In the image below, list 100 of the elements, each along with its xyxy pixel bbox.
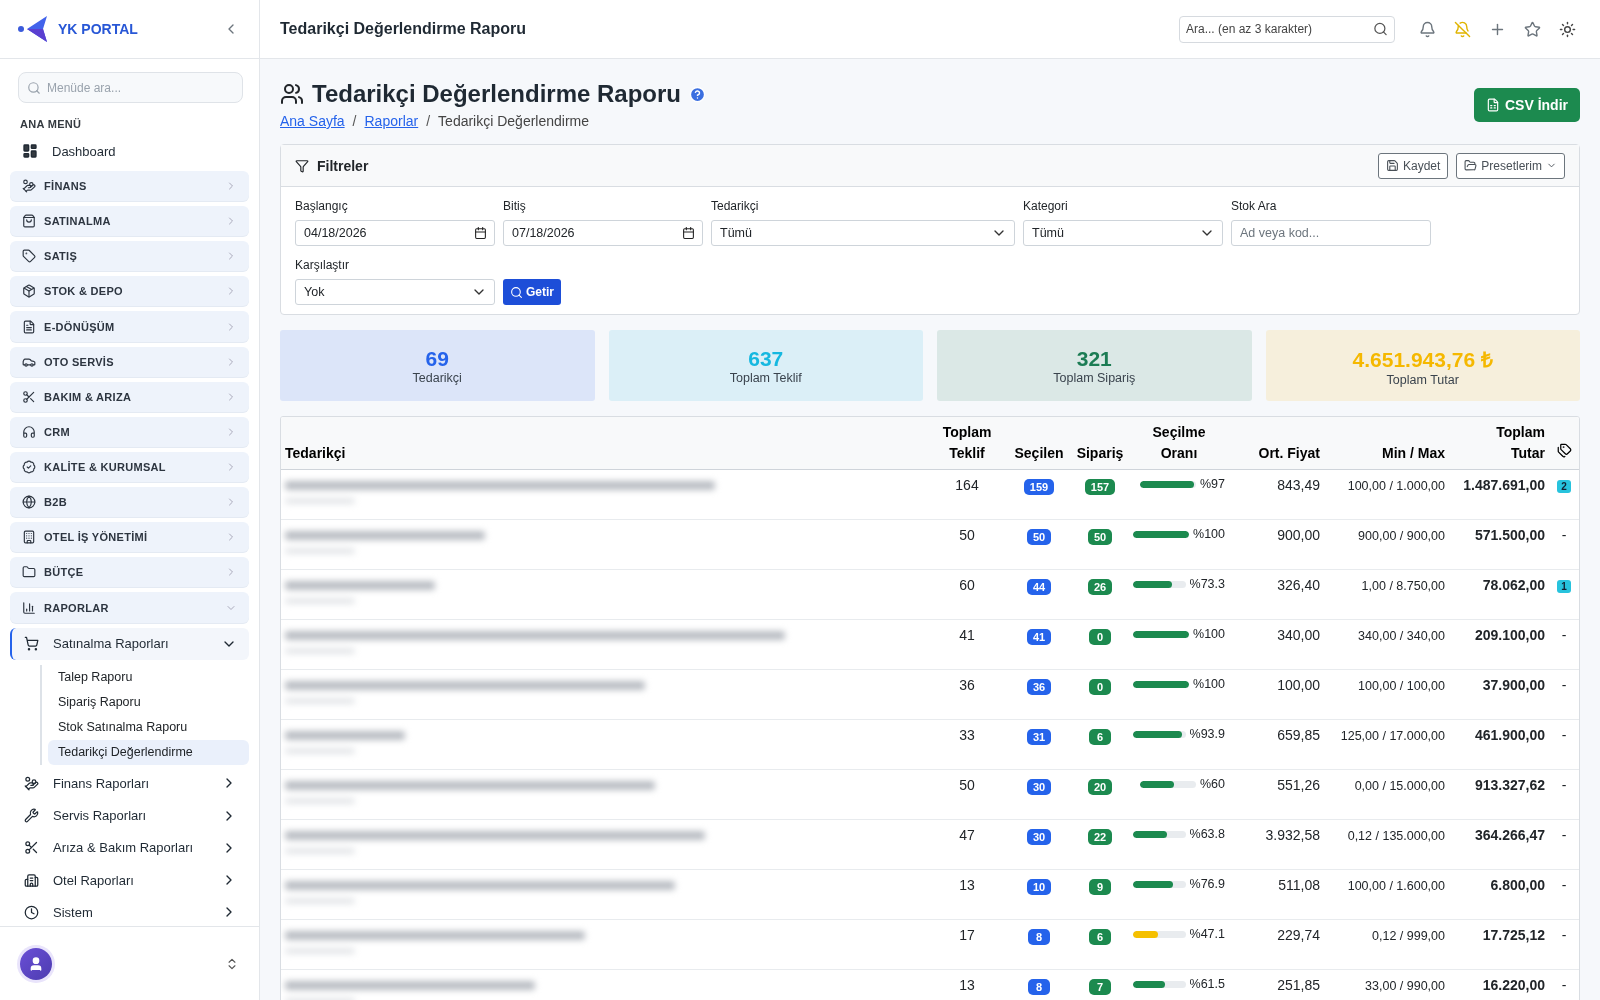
help-icon[interactable] [689,85,706,103]
save-button[interactable]: Kaydet [1377,152,1449,179]
table-cell: 17 [959,927,975,943]
order-count-badge: 22 [1087,829,1113,845]
stat-label: Toplam Teklif [729,370,802,385]
stat-value: 4.651.943,76 ₺ [1352,346,1493,373]
submenu-item[interactable]: Sistem [10,898,249,926]
column-header: Tedarikçi [285,445,346,461]
stat-label: Tedarikçi [412,370,462,385]
breadcrumb-separator: / [352,113,357,129]
date-field[interactable]: 07/18/2026 [503,220,703,246]
ratio-text: %73.3 [1189,577,1225,591]
menu-icon [22,249,36,264]
submenu-item[interactable]: Finans Raporları [10,769,249,797]
tag-count-badge: 1 [1557,580,1571,593]
menu-icon [22,424,36,439]
date-field[interactable]: 04/18/2026 [295,220,495,246]
column-header: Min / Max [1382,445,1445,461]
field-label: Bitiş [503,199,527,213]
breadcrumb-link[interactable]: Raporlar [364,113,419,129]
table-cell: 1,00 / 8.750,00 [1361,579,1445,593]
stat-value: 321 [1076,346,1112,371]
user-avatar[interactable] [20,947,52,980]
menu-search-field[interactable]: Menüde ara... [18,72,243,103]
select-field[interactable]: Tümü [711,220,1015,246]
selected-count-badge: 31 [1026,729,1052,745]
ratio-bar [1133,931,1186,938]
table-cell: 251,85 [1277,977,1320,993]
page-header-title: Tedarikçi Değerlendirme Raporu [280,20,527,38]
submenu-link[interactable]: Tedarikçi Değerlendirme [48,739,249,765]
menu-group[interactable]: CRM [10,416,249,447]
fetch-button[interactable]: Getir [503,279,561,305]
menu-icon [22,495,36,510]
submenu-item[interactable]: Servis Raporları [10,801,249,830]
menu-item[interactable]: Dashboard [10,137,249,166]
tag-icon [1556,443,1572,458]
submenu-link[interactable]: Stok Satınalma Raporu [48,714,249,740]
order-count-badge: 6 [1089,729,1111,745]
selected-count-badge: 159 [1023,479,1055,495]
table-cell: 41 [959,627,975,643]
global-search-field[interactable]: Ara... (en az 3 karakter) [1179,15,1395,43]
menu-group[interactable]: OTO SERVİS [10,346,249,377]
menu-group[interactable]: FİNANS [10,170,249,202]
ratio-text: %76.9 [1189,877,1225,891]
column-header: Sipariş [1076,445,1124,461]
select-field[interactable]: Yok [295,279,495,305]
table-cell: 900,00 [1277,527,1320,543]
selected-count-badge: 8 [1028,979,1050,995]
search-icon [510,285,523,299]
menu-icon [22,460,36,474]
menu-group[interactable]: B2B [10,487,249,518]
submenu-item[interactable]: Arıza & Bakım Raporları [10,834,249,862]
menu-group[interactable]: SATIŞ [10,241,249,272]
selected-count-badge: 10 [1026,879,1052,895]
menu-icon [24,840,39,856]
submenu-link[interactable]: Sipariş Raporu [48,689,249,715]
select-field[interactable]: Tümü [1023,220,1223,246]
column-header: Ort. Fiyat [1258,445,1320,461]
breadcrumb-link[interactable]: Ana Sayfa [280,113,345,129]
ratio-bar [1133,881,1186,888]
column-header: Seçilme Oranı [1152,424,1206,461]
ratio-text: %100 [1193,677,1225,691]
calendar-icon [474,226,487,240]
menu-group[interactable]: SATINALMA [10,206,249,237]
ratio-bar [1133,681,1189,688]
search-icon [1373,21,1388,37]
menu-icon [24,872,39,888]
stat-value: 637 [748,346,784,371]
breadcrumb-text: Tedarikçi Değerlendirme [438,113,590,129]
menu-group[interactable]: BÜTÇE [10,557,249,588]
menu-group[interactable]: RAPORLAR [10,592,249,623]
csv-download-button[interactable]: CSV İndir [1474,88,1580,122]
ratio-bar [1139,481,1196,488]
menu-group[interactable]: BAKIM & ARIZA [10,381,249,412]
menu-icon [22,284,36,299]
menu-group[interactable]: E-DÖNÜŞÜM [10,311,249,342]
menu-group[interactable]: OTEL İŞ YÖNETİMİ [10,522,249,553]
users-icon [280,82,304,106]
table-cell: 571.500,00 [1474,527,1545,543]
presets-button[interactable]: Presetlerim [1456,152,1565,179]
submenu-link[interactable]: Talep Raporu [48,664,249,690]
table-cell: 164 [955,477,979,493]
menu-icon [22,530,36,545]
menu-icon [22,389,36,404]
submenu-item[interactable]: Satınalma Raporları [10,627,249,660]
selected-count-badge: 44 [1026,579,1052,595]
table-cell: 36 [959,677,975,693]
table-cell: - [1561,877,1567,893]
stat-value: 69 [425,346,449,371]
order-count-badge: 157 [1084,479,1116,495]
menu-group[interactable]: STOK & DEPO [10,276,249,307]
text-field[interactable]: Ad veya kod... [1231,220,1431,246]
ratio-bar [1133,631,1189,638]
ratio-bar [1133,981,1186,988]
order-count-badge: 50 [1087,529,1113,545]
menu-group[interactable]: KALİTE & KURUMSAL [10,451,249,483]
table-cell: 511,08 [1278,877,1320,893]
table-cell: 229,74 [1277,927,1320,943]
table-cell: 13 [959,877,975,893]
submenu-item[interactable]: Otel Raporları [10,866,249,894]
